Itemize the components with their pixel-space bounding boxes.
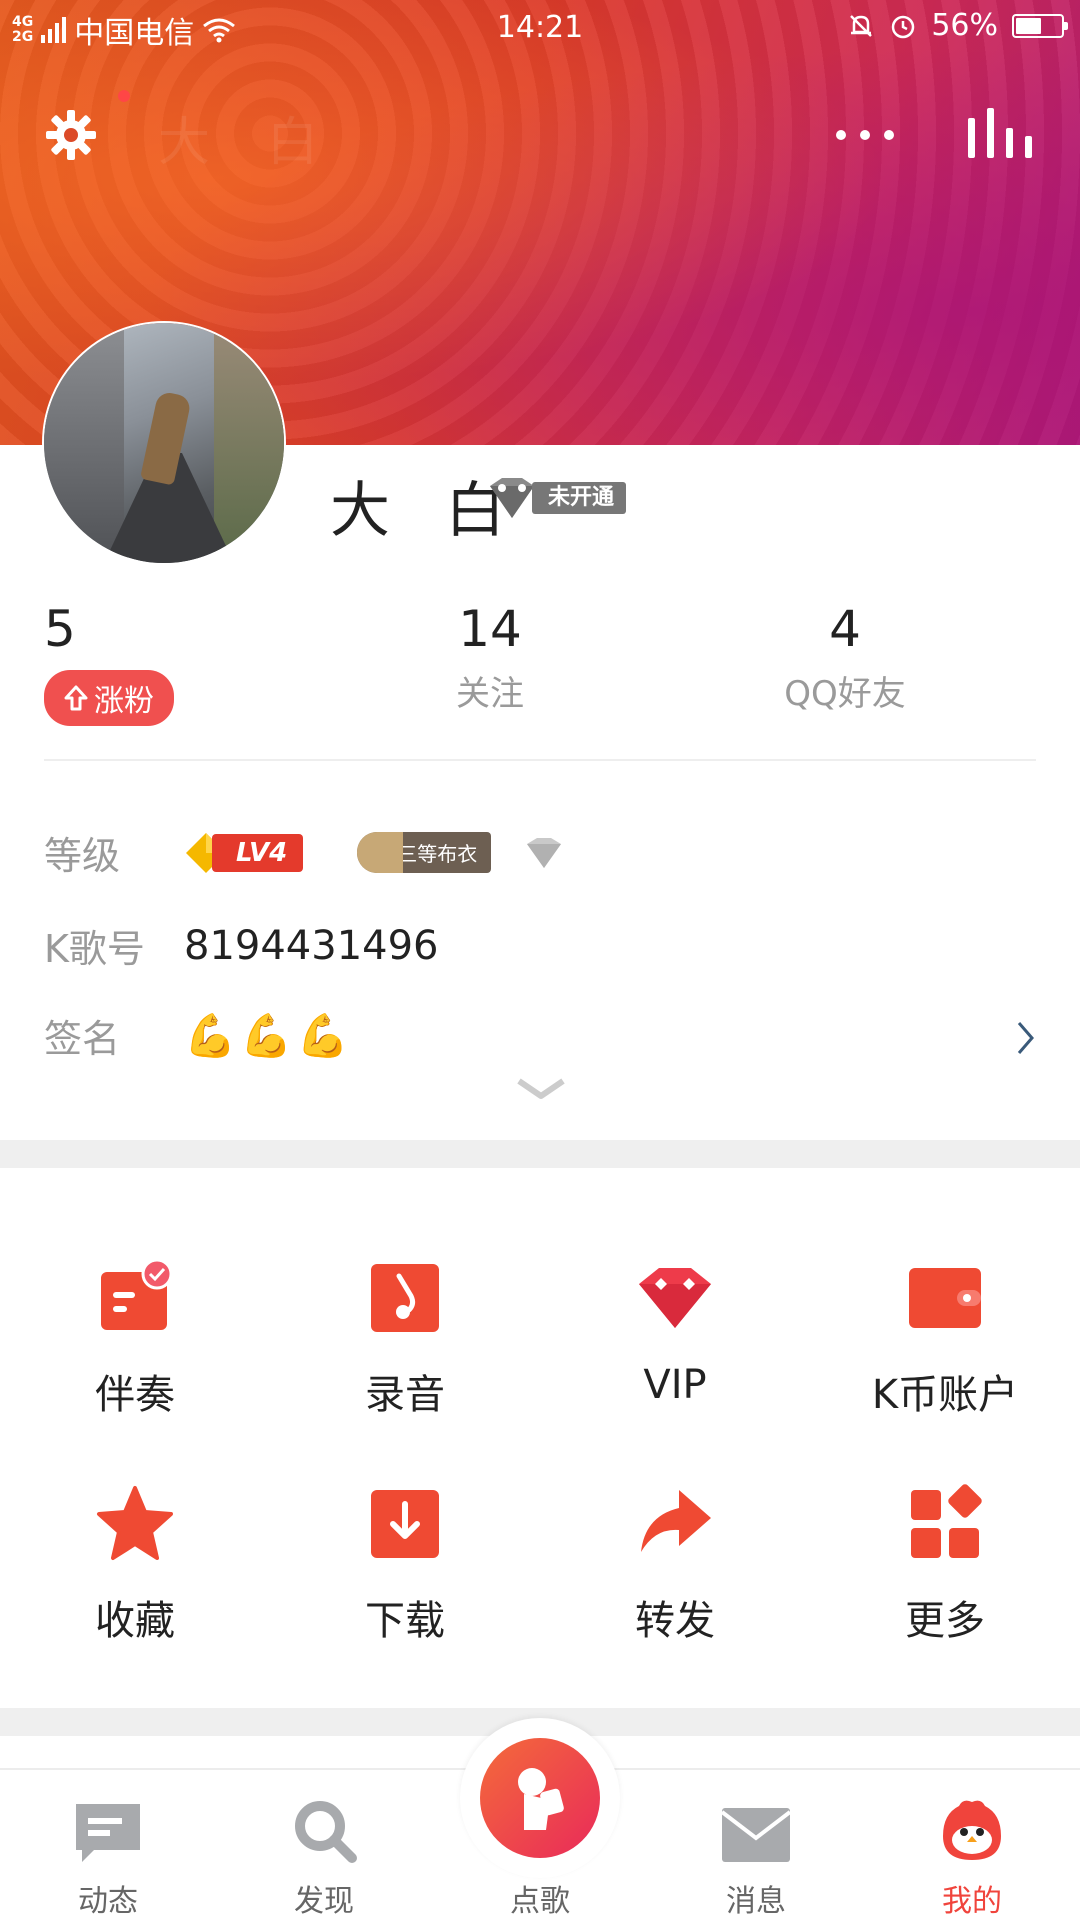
signature-value: 💪💪💪: [184, 1010, 353, 1060]
kge-id-label: K歌号: [44, 927, 145, 971]
arrow-up-icon: [64, 685, 88, 711]
stat-qq-friends-label: QQ好友: [784, 674, 906, 714]
grid-item-download[interactable]: 下载: [270, 1484, 540, 1646]
wallet-icon: [909, 1268, 981, 1328]
more-options-icon[interactable]: [836, 130, 894, 140]
battery-percent: 56%: [931, 8, 998, 43]
noble-badge-text: 三等布衣: [357, 832, 492, 873]
level-badge[interactable]: LV4: [184, 831, 304, 875]
tab-feed[interactable]: 动态: [0, 1770, 216, 1920]
notification-dot: [118, 90, 130, 102]
grid-label: K币账户: [871, 1372, 1019, 1418]
kge-id-row: K歌号 8194431496: [44, 918, 439, 973]
grid-label: 收藏: [95, 1598, 175, 1644]
level-label: 等级: [44, 834, 121, 878]
tab-discover[interactable]: 发现: [216, 1770, 432, 1920]
download-icon: [371, 1490, 439, 1558]
divider: [44, 759, 1036, 761]
signature-row[interactable]: 签名 💪💪💪: [44, 1008, 353, 1063]
noble-badge[interactable]: 三等布衣: [357, 832, 492, 873]
kge-id-value: 8194431496: [184, 922, 439, 969]
vip-diamond-icon: [639, 1268, 711, 1328]
chevron-right-icon[interactable]: [1016, 1020, 1036, 1056]
search-icon: [295, 1801, 357, 1863]
stat-following[interactable]: 14 关注: [440, 600, 540, 715]
tab-label: 点歌: [510, 1884, 570, 1919]
more-grid-icon: [911, 1484, 982, 1558]
tab-label: 我的: [942, 1884, 1002, 1919]
mascot-icon: [943, 1800, 1001, 1860]
grid-item-favorites[interactable]: 收藏: [0, 1484, 270, 1646]
microphone-icon: [518, 1768, 564, 1830]
header-title: 大 白: [158, 113, 339, 173]
grid-label: 录音: [365, 1372, 445, 1418]
recording-icon: [371, 1264, 439, 1332]
grid-item-recording[interactable]: 录音: [270, 1258, 540, 1420]
star-icon: [97, 1486, 173, 1560]
alarm-icon: [892, 15, 915, 38]
avatar[interactable]: [44, 323, 284, 563]
share-icon: [641, 1490, 711, 1552]
stat-following-value: 14: [458, 600, 522, 658]
stat-fans-value: 5: [44, 600, 76, 658]
vip-status-badge[interactable]: 未开通: [482, 476, 627, 520]
grid-label: 伴奏: [95, 1372, 175, 1418]
mute-bell-icon: [850, 14, 873, 37]
tab-messages[interactable]: 消息: [648, 1770, 864, 1920]
status-bar: 4G 2G 中国电信 14:21 56%: [0, 0, 1080, 58]
chevron-down-icon[interactable]: [516, 1078, 566, 1102]
settings-gear-icon[interactable]: [44, 108, 98, 162]
tab-label: 发现: [294, 1884, 354, 1919]
stat-qq-friends[interactable]: 4 QQ好友: [770, 600, 920, 715]
accompaniment-icon: [101, 1258, 173, 1330]
stat-following-label: 关注: [456, 674, 524, 714]
grid-item-accompaniment[interactable]: 伴奏: [0, 1258, 270, 1420]
stat-qq-friends-value: 4: [829, 600, 861, 658]
level-row[interactable]: 等级 LV4 三等布衣: [44, 825, 567, 880]
signature-label: 签名: [44, 1017, 121, 1061]
feed-icon: [76, 1804, 140, 1862]
grid-label: 转发: [635, 1598, 715, 1644]
grid-item-more[interactable]: 更多: [810, 1484, 1080, 1646]
section-separator: [0, 1140, 1080, 1168]
grid-item-share[interactable]: 转发: [540, 1484, 810, 1646]
tab-label: 消息: [726, 1884, 786, 1919]
grid-label: VIP: [643, 1362, 707, 1408]
grid-label: 更多: [905, 1598, 985, 1644]
center-mic-button[interactable]: [460, 1718, 620, 1878]
battery-icon: [1012, 13, 1068, 38]
tab-me[interactable]: 我的: [864, 1770, 1080, 1920]
vip-diamond-gray-icon[interactable]: [521, 836, 567, 870]
mail-icon: [720, 1808, 792, 1862]
ranking-bars-icon[interactable]: [968, 108, 1032, 158]
grid-item-vip[interactable]: VIP: [540, 1258, 810, 1408]
stat-fans[interactable]: 5 涨粉: [44, 600, 174, 726]
vip-status-label: 未开通: [532, 482, 627, 514]
level-badge-text: LV4: [212, 833, 304, 872]
grid-label: 下载: [365, 1598, 445, 1644]
grid-item-kcoin[interactable]: K币账户: [810, 1258, 1080, 1420]
grow-fans-label: 涨粉: [94, 684, 154, 719]
tab-label: 动态: [78, 1884, 138, 1919]
grow-fans-button[interactable]: 涨粉: [44, 670, 174, 726]
